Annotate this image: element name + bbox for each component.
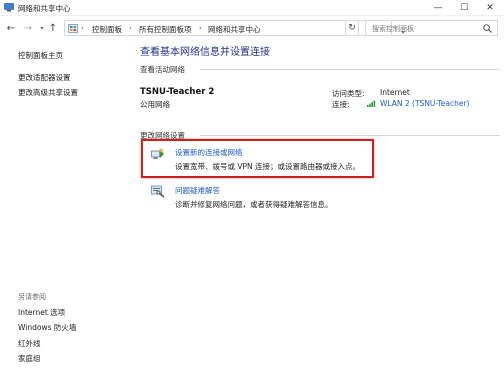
network-center-icon	[4, 3, 14, 12]
forward-button[interactable]: →	[22, 21, 34, 35]
setup-connection-link[interactable]: 设置新的连接或网络	[175, 147, 243, 158]
breadcrumb-network-center[interactable]: 网络和共享中心	[208, 24, 261, 35]
search-input[interactable]: 搜索控制面板	[365, 20, 498, 36]
connection-link[interactable]: WLAN 2 (TSNU-Teacher)	[380, 99, 469, 108]
breadcrumb-separator[interactable]: ›	[199, 24, 202, 32]
breadcrumb-all-items[interactable]: 所有控制面板项	[139, 24, 192, 35]
sidebar-link-control-panel-home[interactable]: 控制面板主页	[18, 50, 63, 61]
page-title: 查看基本网络信息并设置连接	[140, 47, 270, 58]
wifi-signal-icon	[367, 100, 376, 107]
sidebar: 控制面板主页 更改适配器设置 更改高级共享设置 另请参阅 Internet 选项…	[0, 40, 130, 376]
see-also-heading: 另请参阅	[18, 293, 46, 301]
network-name: TSNU-Teacher 2	[140, 87, 215, 97]
breadcrumb-separator[interactable]: ›	[129, 24, 132, 32]
search-icon	[483, 24, 492, 33]
highlight-annotation	[141, 139, 374, 178]
refresh-button[interactable]: ↻	[345, 20, 359, 36]
sidebar-link-internet-options[interactable]: Internet 选项	[18, 307, 65, 318]
troubleshoot-link[interactable]: 问题疑难解答	[175, 185, 220, 196]
troubleshoot-description: 诊断并修复网络问题，或者获得疑难解答信息。	[175, 200, 333, 209]
control-panel-icon	[68, 24, 78, 33]
maximize-button[interactable]: ☐	[451, 0, 477, 16]
access-type-label: 访问类型:	[332, 89, 365, 98]
troubleshoot-icon	[151, 185, 165, 198]
minimize-button[interactable]: —	[425, 0, 451, 16]
sidebar-link-adapter-settings[interactable]: 更改适配器设置	[18, 72, 71, 83]
breadcrumb-control-panel[interactable]: 控制面板	[92, 24, 122, 35]
title-bar: 网络和共享中心 — ☐ ✕	[0, 0, 504, 16]
main-content: 查看基本网络信息并设置连接 查看活动网络 TSNU-Teacher 2 公用网络…	[130, 40, 504, 376]
breadcrumb-separator[interactable]: ›	[81, 24, 84, 32]
setup-connection-description: 设置宽带、拨号或 VPN 连接；或设置路由器或接入点。	[175, 162, 361, 171]
address-field[interactable]: › 控制面板 › 所有控制面板项 › 网络和共享中心 ▾	[64, 20, 405, 36]
sidebar-link-infrared[interactable]: 红外线	[18, 338, 41, 349]
close-button[interactable]: ✕	[477, 0, 503, 16]
back-button[interactable]: ←	[5, 21, 17, 35]
active-networks-heading: 查看活动网络	[140, 65, 185, 74]
search-placeholder: 搜索控制面板	[372, 25, 414, 33]
sidebar-link-homegroup[interactable]: 家庭组	[18, 353, 41, 364]
network-type-link[interactable]: 公用网络	[140, 99, 170, 110]
sidebar-link-firewall[interactable]: Windows 防火墙	[18, 322, 76, 333]
address-bar: ← → ▾ ↑ › 控制面板 › 所有控制面板项 › 网络和共享中心 ▾ ↻ 搜…	[0, 17, 504, 39]
access-type-value: Internet	[380, 88, 410, 97]
sidebar-link-sharing-settings[interactable]: 更改高级共享设置	[18, 87, 78, 98]
new-connection-icon	[151, 148, 164, 159]
window-title: 网络和共享中心	[18, 4, 71, 13]
divider	[200, 135, 500, 136]
divider	[200, 69, 500, 70]
up-button[interactable]: ↑	[47, 21, 59, 35]
connections-label: 连接:	[332, 100, 350, 109]
